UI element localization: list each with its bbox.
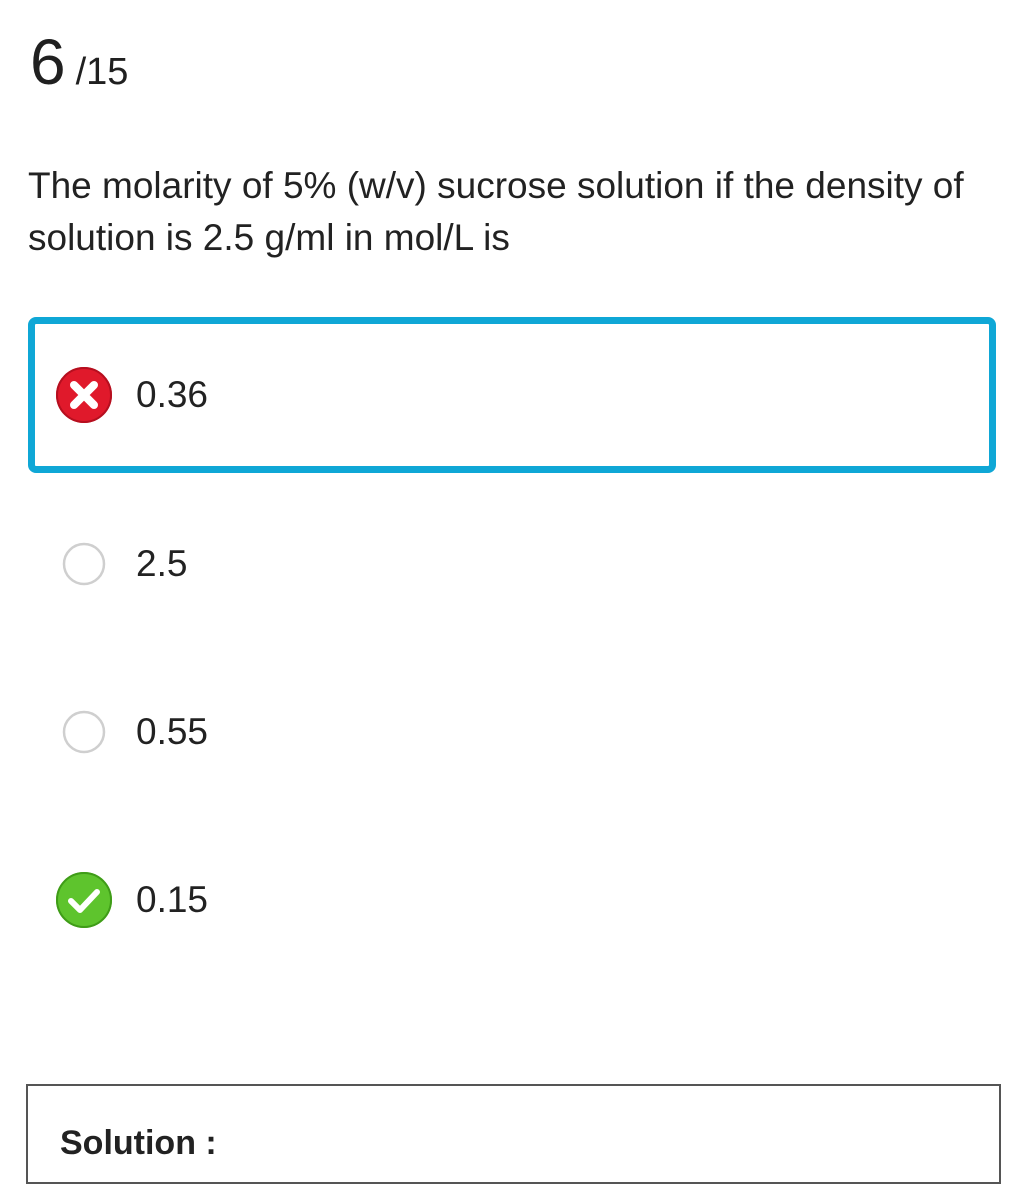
option-label: 0.36 bbox=[136, 374, 209, 415]
option-3[interactable]: 0.55 bbox=[28, 654, 996, 810]
radio-icon[interactable] bbox=[54, 534, 114, 594]
option-1[interactable]: 0.36 bbox=[28, 317, 996, 473]
question-counter: 6/15 bbox=[30, 30, 128, 94]
option-2[interactable]: 2.5 bbox=[28, 486, 996, 642]
option-label: 0.15 bbox=[136, 879, 209, 920]
wrong-x-icon bbox=[54, 365, 114, 425]
question-text: The molarity of 5% (w/v) sucrose solutio… bbox=[28, 165, 964, 258]
option-label: 0.55 bbox=[136, 711, 209, 752]
solution-title: Solution : bbox=[60, 1124, 217, 1162]
radio-icon[interactable] bbox=[54, 702, 114, 762]
option-label: 2.5 bbox=[136, 543, 188, 584]
question-total: /15 bbox=[75, 51, 129, 93]
solution-panel: Solution : bbox=[26, 1084, 1001, 1184]
option-4[interactable]: 0.15 bbox=[28, 822, 996, 978]
question-number: 6 bbox=[30, 26, 66, 98]
correct-check-icon bbox=[54, 870, 114, 930]
